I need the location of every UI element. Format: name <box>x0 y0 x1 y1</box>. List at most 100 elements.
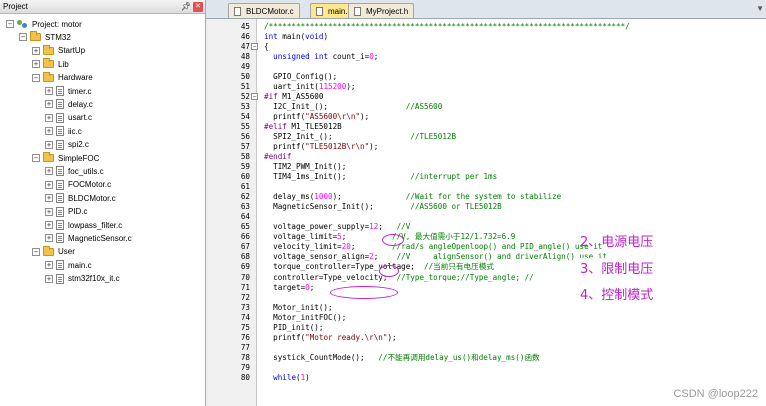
code-line[interactable]: 66 voltage_limit=5; //V, 最大值需小于12/1.732=… <box>206 232 766 242</box>
line-number: 47 <box>240 42 250 52</box>
code-line[interactable]: 67 velocity_limit=20; //rad/s angleOpenl… <box>206 242 766 252</box>
file-icon <box>56 193 64 204</box>
code-line[interactable]: 74 Motor_initFOC(); <box>206 313 766 323</box>
code-line[interactable]: 76 printf("Motor ready.\r\n"); <box>206 333 766 343</box>
code-line[interactable]: 50 GPIO_Config(); <box>206 72 766 82</box>
code-line[interactable]: 64 <box>206 212 766 222</box>
code-line[interactable]: 79 <box>206 363 766 373</box>
code-text: SPI2_Init_(); //TLE5012B <box>264 132 456 142</box>
code-area[interactable]: 45 /*************************************… <box>206 19 766 406</box>
expand-icon[interactable]: + <box>45 180 53 189</box>
tree-item[interactable]: + spi2.c <box>45 139 89 151</box>
code-line[interactable]: 60 TIM4_1ms_Init(); //interrupt per 1ms <box>206 172 766 182</box>
code-line[interactable]: 65 voltage_power_supply=12; //V <box>206 222 766 232</box>
code-line[interactable]: 78 systick_CountMode(); //不能再调用delay_us(… <box>206 353 766 363</box>
collapse-icon[interactable]: − <box>32 154 40 162</box>
code-line[interactable]: 61 <box>206 182 766 192</box>
tree-item[interactable]: + stm32f10x_it.c <box>45 273 120 285</box>
tab-myproject-h[interactable]: MyProject.h <box>348 3 415 18</box>
code-line[interactable]: 71 target=0; <box>206 283 766 293</box>
expand-icon[interactable]: + <box>45 127 53 136</box>
expand-icon[interactable]: + <box>32 60 40 69</box>
code-line[interactable]: 51 uart_init(115200); <box>206 82 766 92</box>
tree-item[interactable]: + delay.c <box>45 98 93 110</box>
tree-item[interactable]: + FOCMotor.c <box>45 179 111 191</box>
code-token: //不能再调用delay_us()和delay_ms()函数 <box>378 352 540 362</box>
code-line[interactable]: 52− #if M1_AS5600 <box>206 92 766 102</box>
code-line[interactable]: 53 I2C_Init_(); //AS5600 <box>206 102 766 112</box>
expand-icon[interactable]: + <box>32 46 40 55</box>
tree-item[interactable]: − User <box>32 245 75 258</box>
tree-item[interactable]: − Hardware <box>32 71 93 84</box>
tab-menu-icon[interactable]: ▼ <box>756 4 764 13</box>
expand-icon[interactable]: + <box>45 194 53 203</box>
code-line[interactable]: 49 <box>206 62 766 72</box>
code-line[interactable]: 75 PID_init(); <box>206 323 766 333</box>
code-line[interactable]: 69 torque_controller=Type_voltage; //当前只… <box>206 262 766 272</box>
code-line[interactable]: 45 /*************************************… <box>206 22 766 32</box>
expand-icon[interactable]: + <box>45 261 53 270</box>
expand-icon[interactable]: + <box>45 221 53 229</box>
code-token: //interrupt per 1ms <box>410 172 498 182</box>
code-line[interactable]: 46 int main(void) <box>206 32 766 42</box>
tree-item[interactable]: − STM32 <box>19 31 71 43</box>
tree-item[interactable]: − SimpleFOC <box>32 152 99 164</box>
code-line[interactable]: 73 Motor_init(); <box>206 303 766 313</box>
tree-item[interactable]: + usart.c <box>45 112 92 124</box>
tab-bldcmotor-c[interactable]: BLDCMotor.c <box>228 3 300 18</box>
expand-icon[interactable]: + <box>45 167 53 176</box>
expand-icon[interactable]: + <box>45 140 53 149</box>
expand-icon[interactable]: + <box>45 100 53 109</box>
collapse-icon[interactable]: − <box>19 33 27 42</box>
code-line[interactable]: 80 while(1) <box>206 373 766 383</box>
code-line[interactable]: 63 MagneticSensor_Init(); //AS5600 or TL… <box>206 202 766 212</box>
line-number: 62 <box>240 192 250 202</box>
line-number: 69 <box>240 262 250 272</box>
code-line[interactable]: 57 printf("TLE5012B\r\n"); <box>206 142 766 152</box>
close-icon[interactable]: ✕ <box>193 1 203 12</box>
code-line[interactable]: 62 delay_ms(1000); //Wait for the system… <box>206 192 766 202</box>
tree-item[interactable]: + MagneticSensor.c <box>45 232 132 244</box>
pin-icon[interactable]: 📌︎ <box>181 2 191 12</box>
code-line[interactable]: 58 #endif <box>206 152 766 162</box>
tree-item[interactable]: + timer.c <box>45 85 92 97</box>
tree-item[interactable]: + main.c <box>45 259 92 271</box>
code-line[interactable]: 55 #elif M1_TLE5012B <box>206 122 766 132</box>
tree-item[interactable]: + lowpass_filter.c <box>45 219 122 231</box>
code-line[interactable]: 70 controller=Type_velocity; //Type_torq… <box>206 273 766 283</box>
fold-toggle-icon[interactable]: − <box>251 93 258 101</box>
collapse-icon[interactable]: − <box>32 73 40 82</box>
tree-item[interactable]: + iic.c <box>45 125 82 137</box>
tree-item[interactable]: + BLDCMotor.c <box>45 192 116 204</box>
line-number: 74 <box>240 312 250 322</box>
code-token: delay_ms( <box>264 192 315 202</box>
code-line[interactable]: 56 SPI2_Init_(); //TLE5012B <box>206 132 766 142</box>
tree-item[interactable]: + StartUp <box>32 44 85 57</box>
expand-icon[interactable]: + <box>45 87 53 95</box>
code-token: 1000 <box>314 192 333 202</box>
editor-tab-bar: BLDCMotor.c main.c MyProject.h ▼ <box>206 0 766 19</box>
tree-item[interactable]: + PID.c <box>45 206 88 218</box>
code-line[interactable]: 77 <box>206 343 766 353</box>
annotation-supply-voltage: 2、电源电压 <box>580 235 654 250</box>
collapse-icon[interactable]: − <box>32 247 40 256</box>
expand-icon[interactable]: + <box>45 113 53 122</box>
code-line[interactable]: 68 voltage_sensor_align=2; //V alignSens… <box>206 252 766 262</box>
tree-item[interactable]: − Project: motor <box>6 18 82 30</box>
code-line[interactable]: 54 printf("AS5600\r\n"); <box>206 112 766 122</box>
expand-icon[interactable]: + <box>45 234 53 243</box>
tree-item[interactable]: + foc_utils.c <box>45 165 104 177</box>
fold-toggle-icon[interactable]: − <box>251 43 258 51</box>
folder-icon <box>43 44 54 55</box>
code-line[interactable]: 72 <box>206 293 766 303</box>
tree-item[interactable]: + Lib <box>32 58 69 70</box>
expand-icon[interactable]: + <box>45 274 53 283</box>
code-line[interactable]: 47−{ <box>206 42 766 52</box>
expand-icon[interactable]: + <box>45 207 53 216</box>
code-line[interactable]: 59 TIM2_PWM_Init(); <box>206 162 766 172</box>
folder-icon <box>30 31 41 42</box>
collapse-icon[interactable]: − <box>6 20 14 28</box>
code-line[interactable]: 48 unsigned int count_i=0; <box>206 52 766 62</box>
